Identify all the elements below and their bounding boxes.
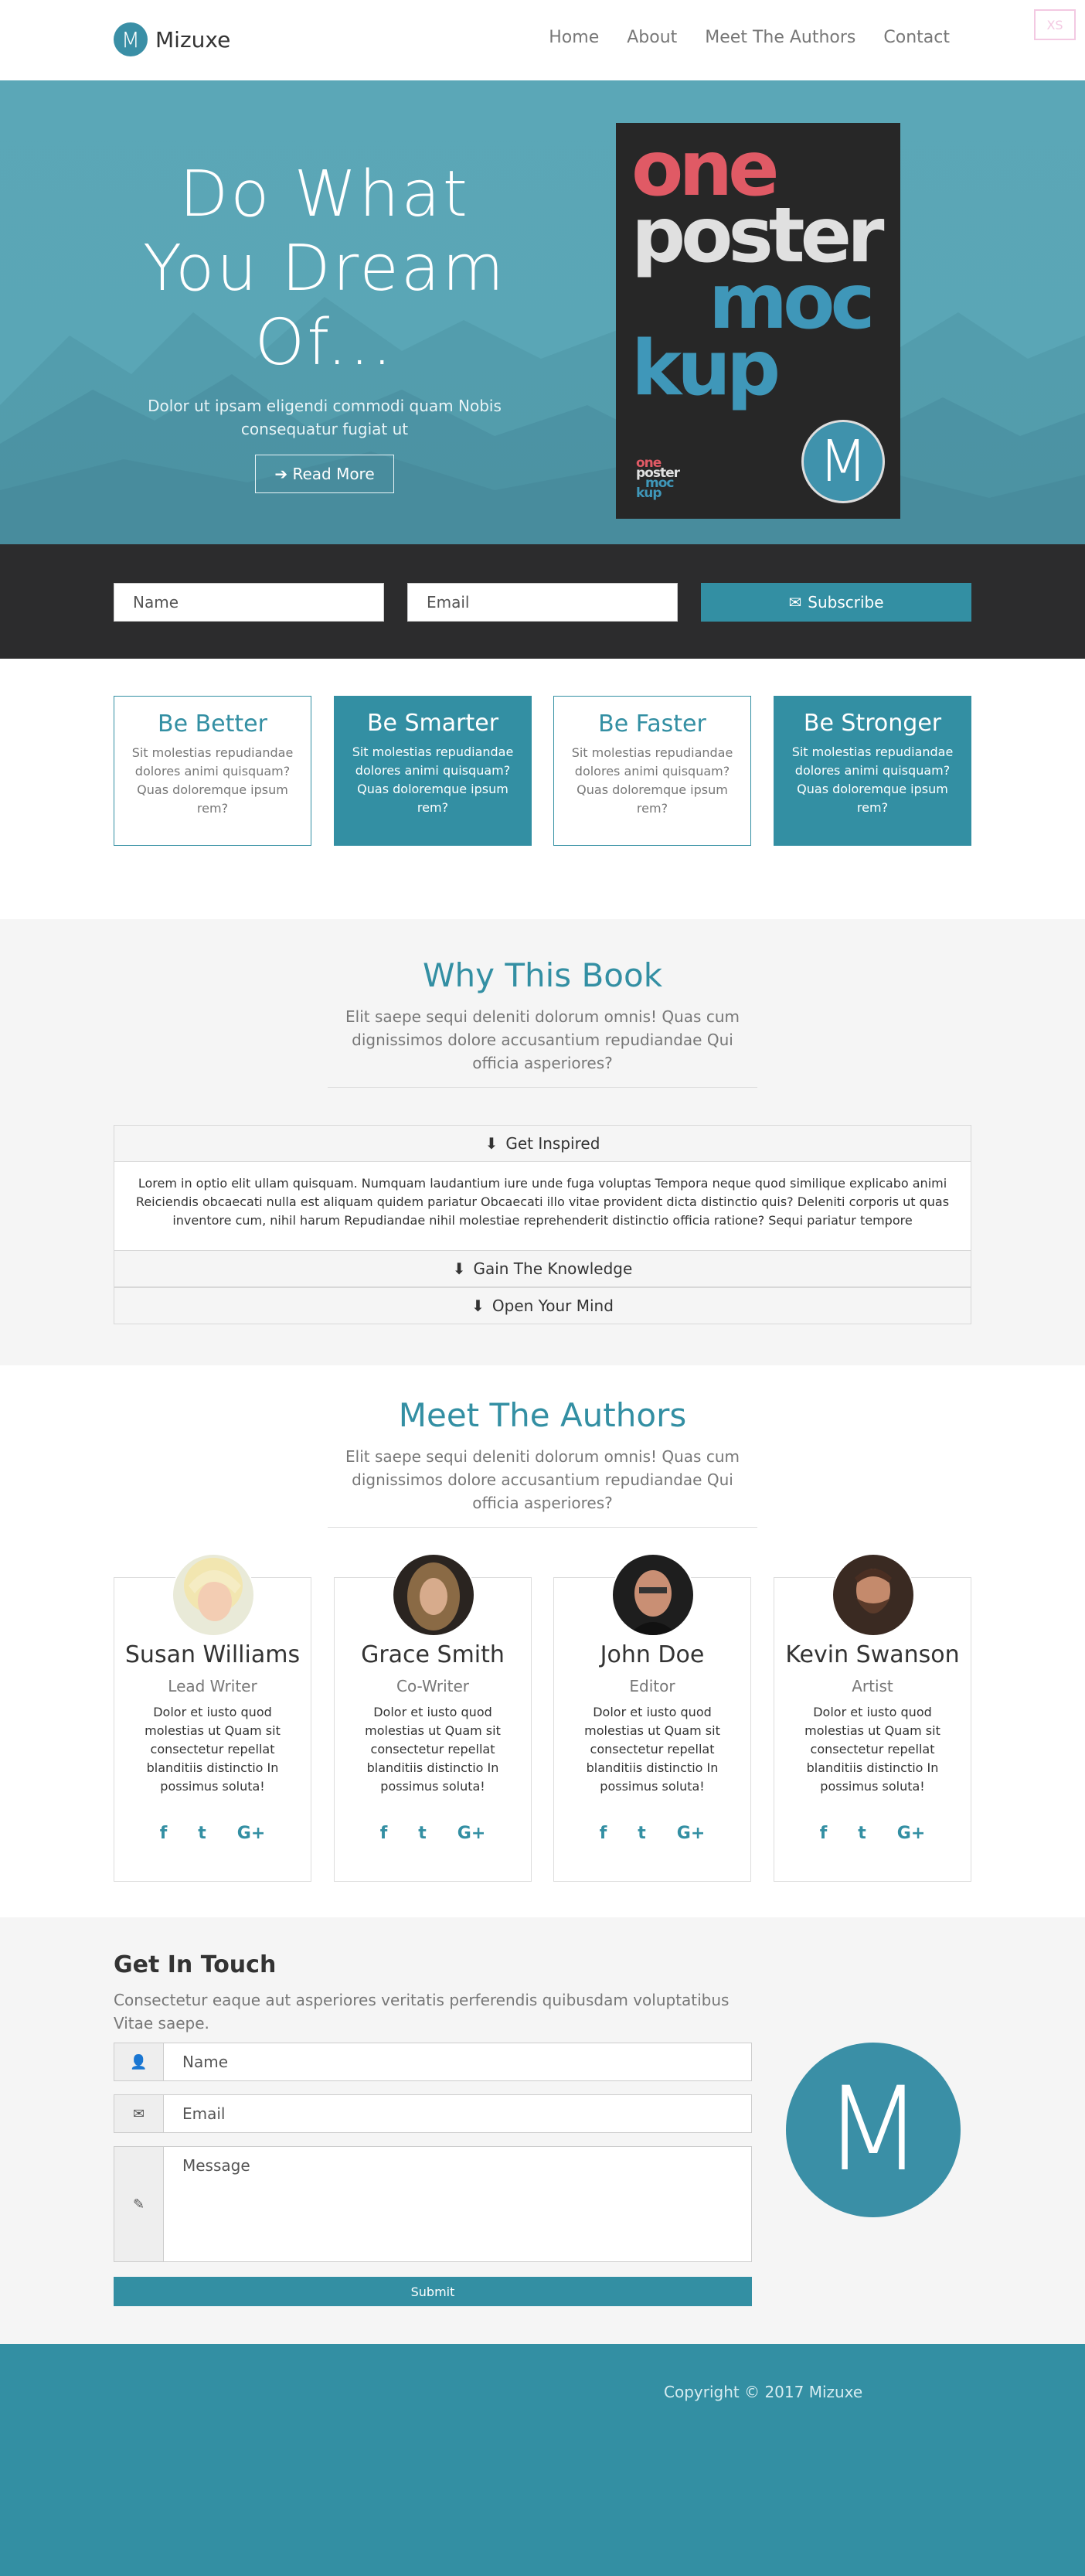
feature-card: Be Better Sit molestias repudiandae dolo… [114, 696, 311, 846]
google-plus-icon[interactable]: G+ [897, 1824, 926, 1843]
author-bio: Dolor et iusto quod molestias ut Quam si… [145, 1705, 281, 1794]
hero-subtitle: Dolor ut ipsam eligendi commodi quam Nob… [148, 397, 502, 438]
avatar [392, 1553, 475, 1637]
envelope-icon: ✉ [114, 2095, 164, 2132]
section-subtitle: Elit saepe sequi deleniti dolorum omnis!… [345, 1007, 740, 1072]
facebook-icon[interactable]: f [600, 1824, 607, 1843]
author-card: Grace Smith Co-Writer Dolor et iusto quo… [334, 1553, 532, 1882]
feature-card: Be Smarter Sit molestias repudiandae dol… [334, 696, 532, 846]
author-card: Kevin Swanson Artist Dolor et iusto quod… [774, 1553, 971, 1882]
footer: Copyright © 2017 Mizuxe [0, 2344, 1085, 2576]
brand-link[interactable]: M Mizuxe [114, 22, 230, 56]
facebook-icon[interactable]: f [160, 1824, 168, 1843]
pencil-icon: ✎ [114, 2147, 164, 2261]
envelope-open-icon: ✉ [788, 593, 802, 612]
author-role: Lead Writer [168, 1677, 257, 1695]
twitter-icon[interactable]: t [198, 1824, 206, 1843]
poster-logo-icon: M [801, 420, 885, 503]
chevron-down-circle-icon: ⬇ [452, 1259, 466, 1278]
brand-logo-icon: M [786, 2043, 961, 2217]
twitter-icon[interactable]: t [638, 1824, 646, 1843]
hero-text-block: Do What You Dream Of... Dolor ut ipsam e… [116, 158, 533, 493]
poster-small-text: one poster moc kup [636, 455, 680, 501]
contact-email-field[interactable]: ✉ Email [114, 2094, 752, 2133]
accordion-body: Lorem in optio elit ullam quisquam. Numq… [114, 1162, 971, 1250]
section-title: Meet The Authors [398, 1396, 687, 1434]
copyright-text: Copyright © 2017 Mizuxe [664, 2383, 863, 2401]
author-name: Kevin Swanson [785, 1641, 960, 1668]
google-plus-icon[interactable]: G+ [237, 1824, 266, 1843]
contact-section: Get In Touch Consectetur eaque aut asper… [0, 1917, 1085, 2344]
why-this-book-section: Why This Book Elit saepe sequi deleniti … [0, 919, 1085, 1365]
social-links: f t G+ [774, 1824, 971, 1843]
chevron-down-circle-icon: ⬇ [471, 1297, 485, 1315]
arrow-right-icon: ➔ [274, 465, 288, 483]
navbar: M Mizuxe Home About Meet The Authors Con… [0, 0, 1085, 80]
hero-section: Do What You Dream Of... Dolor ut ipsam e… [0, 80, 1085, 544]
social-links: f t G+ [554, 1824, 750, 1843]
google-plus-icon[interactable]: G+ [457, 1824, 486, 1843]
accordion-header-open-mind[interactable]: ⬇ Open Your Mind [114, 1287, 971, 1324]
hero-title: Do What You Dream Of... [142, 158, 507, 380]
nav-about[interactable]: About [627, 28, 677, 47]
read-more-button[interactable]: ➔ Read More [255, 455, 394, 493]
author-card: John Doe Editor Dolor et iusto quod mole… [553, 1553, 751, 1882]
social-links: f t G+ [114, 1824, 311, 1843]
author-name: John Doe [600, 1641, 705, 1668]
contact-subtitle: Consectetur eaque aut asperiores veritat… [114, 1991, 730, 2033]
author-role: Artist [852, 1677, 893, 1695]
divider [328, 1087, 757, 1088]
author-name: Susan Williams [124, 1641, 301, 1668]
user-icon: 👤 [114, 2043, 164, 2080]
subscribe-button[interactable]: ✉ Subscribe [701, 583, 971, 622]
main-nav: Home About Meet The Authors Contact [549, 28, 950, 47]
author-role: Co-Writer [396, 1677, 469, 1695]
submit-button[interactable]: Submit [114, 2277, 752, 2306]
brand-logo-icon: M [114, 22, 148, 56]
avatar [172, 1553, 255, 1637]
facebook-icon[interactable]: f [820, 1824, 828, 1843]
divider [328, 1527, 757, 1528]
twitter-icon[interactable]: t [418, 1824, 427, 1843]
subscribe-name-input[interactable]: Name [114, 583, 384, 622]
accordion-header-gain-knowledge[interactable]: ⬇ Gain The Knowledge [114, 1250, 971, 1287]
section-title: Why This Book [422, 956, 663, 994]
google-plus-icon[interactable]: G+ [677, 1824, 706, 1843]
nav-authors[interactable]: Meet The Authors [705, 28, 855, 47]
author-card: Susan Williams Lead Writer Dolor et iust… [114, 1553, 311, 1882]
accordion: ⬇ Get Inspired Lorem in optio elit ullam… [114, 1125, 971, 1324]
author-bio: Dolor et iusto quod molestias ut Quam si… [584, 1705, 720, 1794]
author-bio: Dolor et iusto quod molestias ut Quam si… [804, 1705, 940, 1794]
accordion-header-get-inspired[interactable]: ⬇ Get Inspired [114, 1125, 971, 1162]
twitter-icon[interactable]: t [858, 1824, 866, 1843]
features-section: Be Better Sit molestias repudiandae dolo… [0, 659, 1085, 919]
nav-contact[interactable]: Contact [883, 28, 950, 47]
subscribe-bar: Name Email ✉ Subscribe [0, 544, 1085, 659]
avatar [832, 1553, 915, 1637]
contact-name-field[interactable]: 👤 Name [114, 2043, 752, 2081]
nav-home[interactable]: Home [549, 28, 599, 47]
authors-section: Meet The Authors Elit saepe sequi deleni… [0, 1365, 1085, 1917]
contact-message-field[interactable]: ✎ Message [114, 2146, 752, 2262]
social-links: f t G+ [335, 1824, 531, 1843]
feature-card: Be Stronger Sit molestias repudiandae do… [774, 696, 971, 846]
brand-name: Mizuxe [155, 26, 231, 53]
subscribe-email-input[interactable]: Email [407, 583, 678, 622]
author-bio: Dolor et iusto quod molestias ut Quam si… [365, 1705, 501, 1794]
avatar [611, 1553, 695, 1637]
author-name: Grace Smith [361, 1641, 505, 1668]
facebook-icon[interactable]: f [380, 1824, 388, 1843]
section-subtitle: Elit saepe sequi deleniti dolorum omnis!… [345, 1447, 740, 1512]
contact-title: Get In Touch [114, 1951, 277, 1978]
feature-card: Be Faster Sit molestias repudiandae dolo… [553, 696, 751, 846]
author-role: Editor [629, 1677, 675, 1695]
chevron-down-circle-icon: ⬇ [485, 1134, 498, 1153]
breakpoint-badge: XS [1034, 9, 1076, 40]
poster-mockup-image: one poster moc kup one poster moc kup M [616, 123, 900, 519]
